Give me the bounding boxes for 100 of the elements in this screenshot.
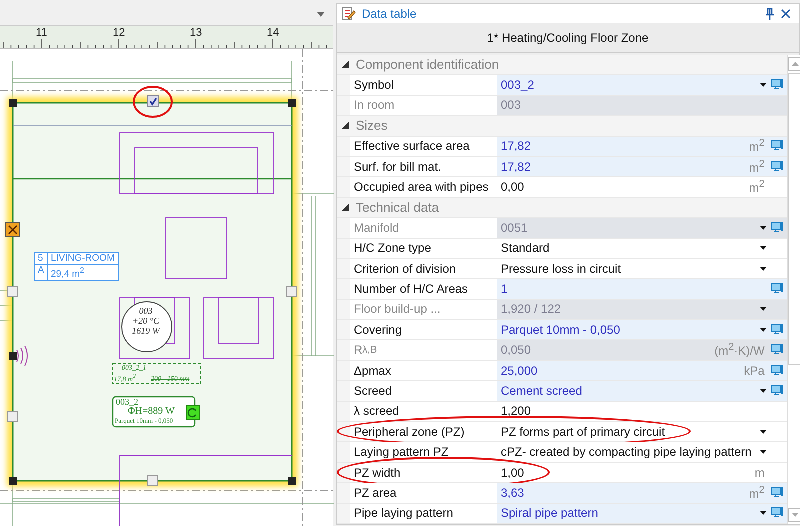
property-label: H/C Zone type <box>350 238 497 258</box>
property-label: PZ width <box>350 462 497 482</box>
monitor-icon[interactable] <box>770 486 784 499</box>
corner-handle[interactable] <box>9 99 17 107</box>
unit-label: m <box>754 466 765 480</box>
dropdown-arrow-icon[interactable] <box>760 450 767 454</box>
property-value-cell[interactable]: 17,82 m$^{2}$ <box>497 136 787 156</box>
property-value-cell[interactable]: 3,63 m$^{2}$ <box>497 483 787 503</box>
dropdown-arrow-icon[interactable] <box>760 511 767 516</box>
monitor-icon[interactable] <box>770 160 784 173</box>
property-label: Symbol <box>350 75 497 95</box>
zone-tag-name: 003_2 <box>116 397 138 407</box>
section-title: Sizes <box>356 118 388 134</box>
section-title: Component identification <box>356 57 500 72</box>
property-value-cell[interactable]: 1,200 <box>497 402 787 422</box>
property-label: Peripheral zone (PZ) <box>350 422 497 442</box>
room-number: 5 <box>35 253 48 264</box>
caret-icon[interactable] <box>317 12 325 17</box>
property-label: Δpmax <box>350 360 497 380</box>
area-key: A <box>35 264 48 280</box>
panel-header: 1* Heating/Cooling Floor Zone <box>337 23 799 53</box>
pin-icon[interactable] <box>765 8 775 20</box>
room-area: 29,4 m$^{2}$ <box>48 264 118 280</box>
notepad-pencil-icon <box>342 6 356 21</box>
property-label: Number of H/C Areas <box>350 279 497 299</box>
dropdown-arrow-icon[interactable] <box>760 328 767 332</box>
monitor-icon[interactable] <box>770 140 784 152</box>
property-value-cell[interactable]: 17,82 m$^{2}$ <box>497 156 787 176</box>
panel-title: Data table <box>362 6 417 20</box>
property-label: Manifold <box>350 218 497 238</box>
unit-label: m$^{2}$ <box>749 179 765 196</box>
collapse-arrow-icon[interactable] <box>342 61 349 68</box>
ruler-label: 12 <box>113 27 126 39</box>
dropdown-arrow-icon[interactable] <box>760 430 767 434</box>
unit-label: m$^{2}$ <box>749 138 765 154</box>
property-value-cell[interactable]: Standard <box>497 238 787 258</box>
property-value-cell[interactable]: 1 <box>497 279 787 299</box>
corner-handle[interactable] <box>288 99 296 107</box>
unit-label: m$^{2}$ <box>749 484 765 501</box>
property-label: In room <box>350 96 497 116</box>
property-value-cell[interactable]: 0,00 m$^{2}$ <box>497 177 787 197</box>
property-value-cell[interactable]: Cement screed <box>497 381 787 401</box>
property-value-cell[interactable]: 25,000 kPa <box>497 360 787 380</box>
corner-handle[interactable] <box>9 477 17 485</box>
property-label: Occupied area with pipes <box>350 177 497 197</box>
property-label: PZ area <box>350 483 497 503</box>
dropdown-arrow-icon[interactable] <box>760 246 767 250</box>
checkbox[interactable] <box>148 96 160 108</box>
scroll-up-icon[interactable] <box>788 57 800 71</box>
property-label: Effective surface area <box>350 136 497 156</box>
property-value-cell[interactable]: 003_2 <box>497 75 787 95</box>
corner-handle[interactable] <box>288 477 296 485</box>
monitor-icon[interactable] <box>770 384 784 397</box>
property-label: Surf. for bill mat. <box>350 156 497 176</box>
property-value-cell[interactable]: Spiral pipe pattern <box>497 504 787 523</box>
property-value-cell[interactable]: PZ forms part of primary circuit <box>497 422 787 442</box>
scroll-thumb[interactable] <box>788 73 800 365</box>
edge-handle[interactable] <box>8 412 18 422</box>
ruler-label: 13 <box>190 27 202 39</box>
unit-label: m$^{2}$ <box>749 158 765 175</box>
monitor-icon[interactable] <box>770 282 784 295</box>
rotate-icon[interactable] <box>186 406 200 420</box>
collapse-arrow-icon[interactable] <box>342 204 349 211</box>
property-label: Covering <box>350 320 497 340</box>
property-label: Floor build-up ... <box>350 300 497 320</box>
monitor-icon[interactable] <box>770 79 784 92</box>
monitor-icon[interactable] <box>770 364 784 377</box>
scroll-down-icon[interactable] <box>788 508 800 522</box>
room-circle-text: 003 <box>139 306 153 316</box>
edge-handle[interactable] <box>286 286 298 298</box>
ruler-label: 11 <box>36 27 48 39</box>
close-icon[interactable] <box>781 8 791 18</box>
cut-marker-icon[interactable] <box>6 222 20 238</box>
emitter-mark-icon <box>16 346 28 366</box>
scrollbar[interactable] <box>786 55 800 524</box>
property-value-cell[interactable]: cPZ- created by compacting pipe laying pattern <box>497 442 787 462</box>
unit-label: kPa <box>744 364 765 378</box>
edge-handle[interactable] <box>148 476 158 486</box>
edge-handle[interactable] <box>8 286 18 298</box>
property-value-cell[interactable]: 1,00 m <box>497 462 787 482</box>
room-circle-text: 1619 W <box>132 326 160 336</box>
dropdown-arrow-icon[interactable] <box>760 83 767 88</box>
property-label: Laying pattern PZ <box>350 442 497 462</box>
monitor-icon[interactable] <box>770 324 784 336</box>
property-value-cell[interactable]: Parquet 10mm - 0,050 <box>497 320 787 340</box>
section-title: Technical data <box>356 200 440 215</box>
room-name: LIVING-ROOM <box>50 253 116 264</box>
property-label: Screed <box>350 381 497 401</box>
property-value-cell[interactable]: Pressure loss in circuit <box>497 258 787 278</box>
corner-handle[interactable] <box>9 352 17 360</box>
dropdown-arrow-icon[interactable] <box>760 388 767 393</box>
property-label: Pipe laying pattern <box>350 504 497 523</box>
zone-tag-power: ΦH=889 W <box>128 406 175 417</box>
monitor-icon[interactable] <box>770 507 784 520</box>
room-temperature-circle <box>122 302 172 352</box>
property-label: Criterion of division <box>350 258 497 278</box>
room-circle-text: +20 °C <box>132 316 160 326</box>
ruler-label: 14 <box>267 27 280 39</box>
collapse-arrow-icon[interactable] <box>342 122 349 130</box>
dropdown-arrow-icon[interactable] <box>760 266 767 271</box>
